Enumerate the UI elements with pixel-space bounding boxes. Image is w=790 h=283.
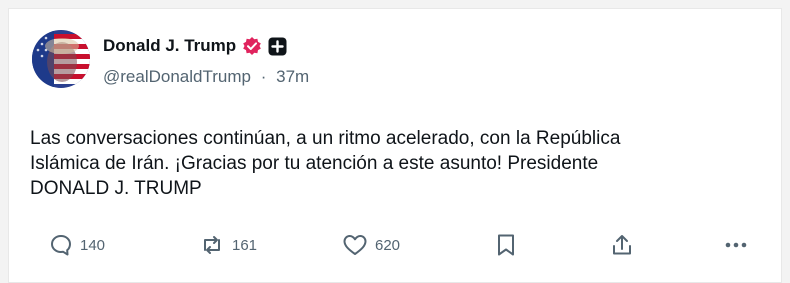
reply-count: 140: [80, 236, 106, 254]
bookmark-button[interactable]: [496, 230, 516, 260]
repost-count: 161: [232, 236, 258, 254]
share-button[interactable]: [610, 230, 634, 260]
repost-button[interactable]: 161: [199, 230, 257, 260]
like-button[interactable]: 620: [342, 230, 400, 260]
like-count: 620: [375, 236, 401, 254]
share-icon: [610, 233, 634, 257]
plus-badge-icon: [268, 37, 287, 56]
more-button[interactable]: [723, 230, 749, 260]
handle-row: @realDonaldTrump · 37m: [103, 67, 309, 87]
post-text: Las conversaciones continúan, a un ritmo…: [30, 128, 621, 199]
action-bar: 140 161 620: [9, 230, 783, 260]
author-handle[interactable]: @realDonaldTrump: [103, 67, 251, 86]
verified-badge-icon: [242, 36, 262, 56]
post-card: Donald J. Trump @realDonaldTrump · 37m L…: [8, 8, 782, 283]
author-row: Donald J. Trump: [103, 36, 287, 56]
handle-separator: ·: [260, 67, 267, 86]
repost-icon: [199, 233, 225, 257]
avatar[interactable]: [32, 30, 90, 88]
bookmark-icon: [496, 233, 516, 257]
more-icon: [723, 233, 749, 257]
heart-icon: [342, 233, 368, 257]
author-name[interactable]: Donald J. Trump: [103, 36, 236, 56]
post-time[interactable]: 37m: [276, 67, 309, 86]
reply-icon: [49, 233, 73, 257]
reply-button[interactable]: 140: [49, 230, 105, 260]
